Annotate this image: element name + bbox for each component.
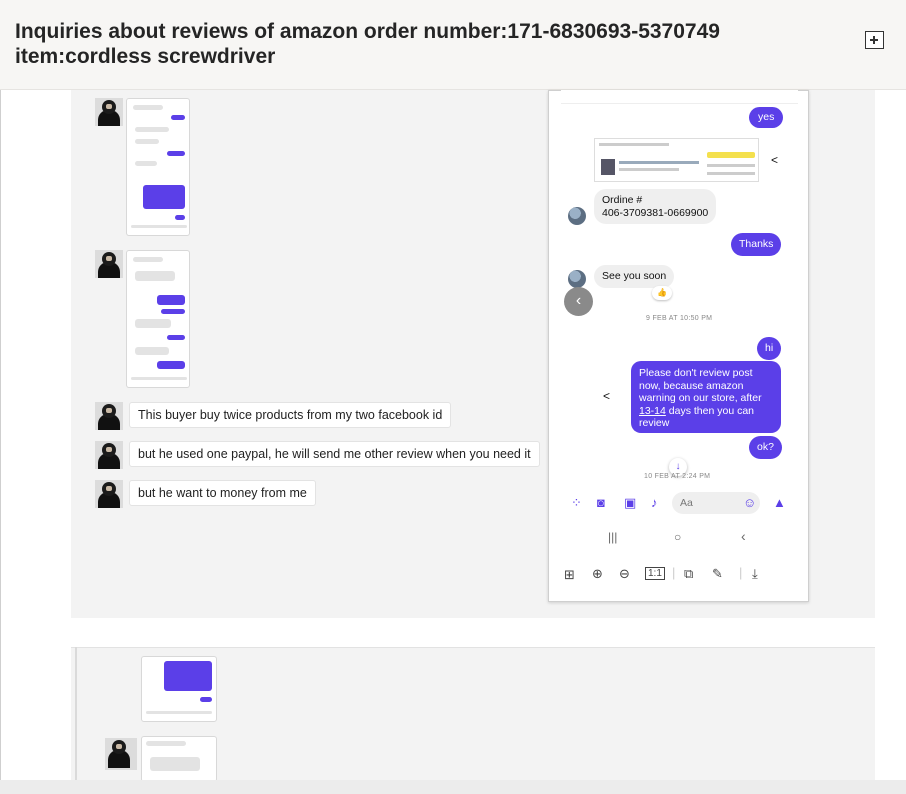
review-line: days then you can <box>665 404 755 417</box>
previous-image-button[interactable]: ‹ <box>564 287 593 316</box>
rotate-icon[interactable]: ⧉ <box>684 566 693 582</box>
left-divider <box>0 90 1 794</box>
timestamp: 10 FEB AT 2:24 PM <box>644 473 711 480</box>
recent-apps-icon: ||| <box>608 530 618 544</box>
emoji-icon[interactable]: ☺ <box>743 495 756 510</box>
actual-size-icon[interactable]: 1:1 <box>645 567 665 580</box>
apps-icon[interactable]: ⁘ <box>571 495 582 511</box>
zoom-in-icon[interactable]: ⊕ <box>592 566 603 582</box>
avatar <box>95 98 123 126</box>
download-icon[interactable]: ⤓ <box>752 566 758 582</box>
avatar <box>105 738 137 770</box>
message-text: This buyer buy twice products from my tw… <box>129 402 452 428</box>
camera-icon[interactable]: ◙ <box>597 495 605 510</box>
screenshot-thumbnail-3[interactable] <box>141 656 217 722</box>
home-icon: ○ <box>674 530 682 544</box>
contact-avatar <box>568 207 586 225</box>
screenshot-thumbnail-1[interactable] <box>126 98 190 236</box>
avatar <box>95 250 123 278</box>
bubble-review-warning: Please don't review post now, because am… <box>631 361 781 433</box>
toolbar-divider: | <box>739 565 743 580</box>
page-header: Inquiries about reviews of amazon order … <box>0 0 906 90</box>
review-days: 13-14 <box>639 404 666 417</box>
review-line: now, because amazon <box>639 379 744 392</box>
screenshot-thumbnail-4[interactable] <box>141 736 217 782</box>
bubble-yes: yes <box>749 107 784 128</box>
ordine-number: 406-3709381-0669900 <box>602 206 709 219</box>
page-title: Inquiries about reviews of amazon order … <box>15 20 720 68</box>
ordine-label: Ordine # <box>602 194 643 206</box>
avatar <box>95 480 123 508</box>
message-text: but he want to money from me <box>129 480 316 506</box>
review-line: review <box>639 417 670 429</box>
panel-divider <box>75 647 77 787</box>
screenshot-thumbnail-2[interactable] <box>126 250 190 388</box>
bubble-see-you: See you soon <box>594 265 675 288</box>
bubble-hi: hi <box>757 337 782 360</box>
microphone-icon[interactable]: ♪ <box>651 495 658 510</box>
like-reaction: 👍 <box>652 286 672 300</box>
zoom-out-icon[interactable]: ⊖ <box>619 566 630 582</box>
gallery-icon[interactable]: ▣ <box>624 495 636 511</box>
avatar <box>95 441 123 469</box>
contact-avatar <box>568 270 586 288</box>
share-icon[interactable]: < <box>603 389 610 403</box>
review-line: warning on our store, after <box>639 392 762 404</box>
bubble-ordine: Ordine # 406-3709381-0669900 <box>594 189 717 224</box>
bottom-scrollbar[interactable] <box>0 780 906 794</box>
thumbs-up-icon[interactable]: ▲ <box>773 495 786 510</box>
message-text: but he used one paypal, he will send me … <box>129 441 540 467</box>
toolbar-divider: | <box>672 565 676 580</box>
bubble-ok: ok? <box>749 436 782 459</box>
shared-post-card <box>594 138 759 182</box>
bubble-thanks: Thanks <box>731 233 782 256</box>
review-line: Please don't review post <box>639 367 753 379</box>
expand-plus-icon[interactable] <box>865 31 884 49</box>
share-icon[interactable]: < <box>771 153 778 167</box>
grid-icon[interactable]: ⊞ <box>564 567 575 583</box>
timestamp: 9 FEB AT 10:50 PM <box>646 315 713 322</box>
edit-icon[interactable]: ✎ <box>712 566 723 582</box>
avatar <box>95 402 123 430</box>
back-icon: ‹ <box>741 528 746 544</box>
